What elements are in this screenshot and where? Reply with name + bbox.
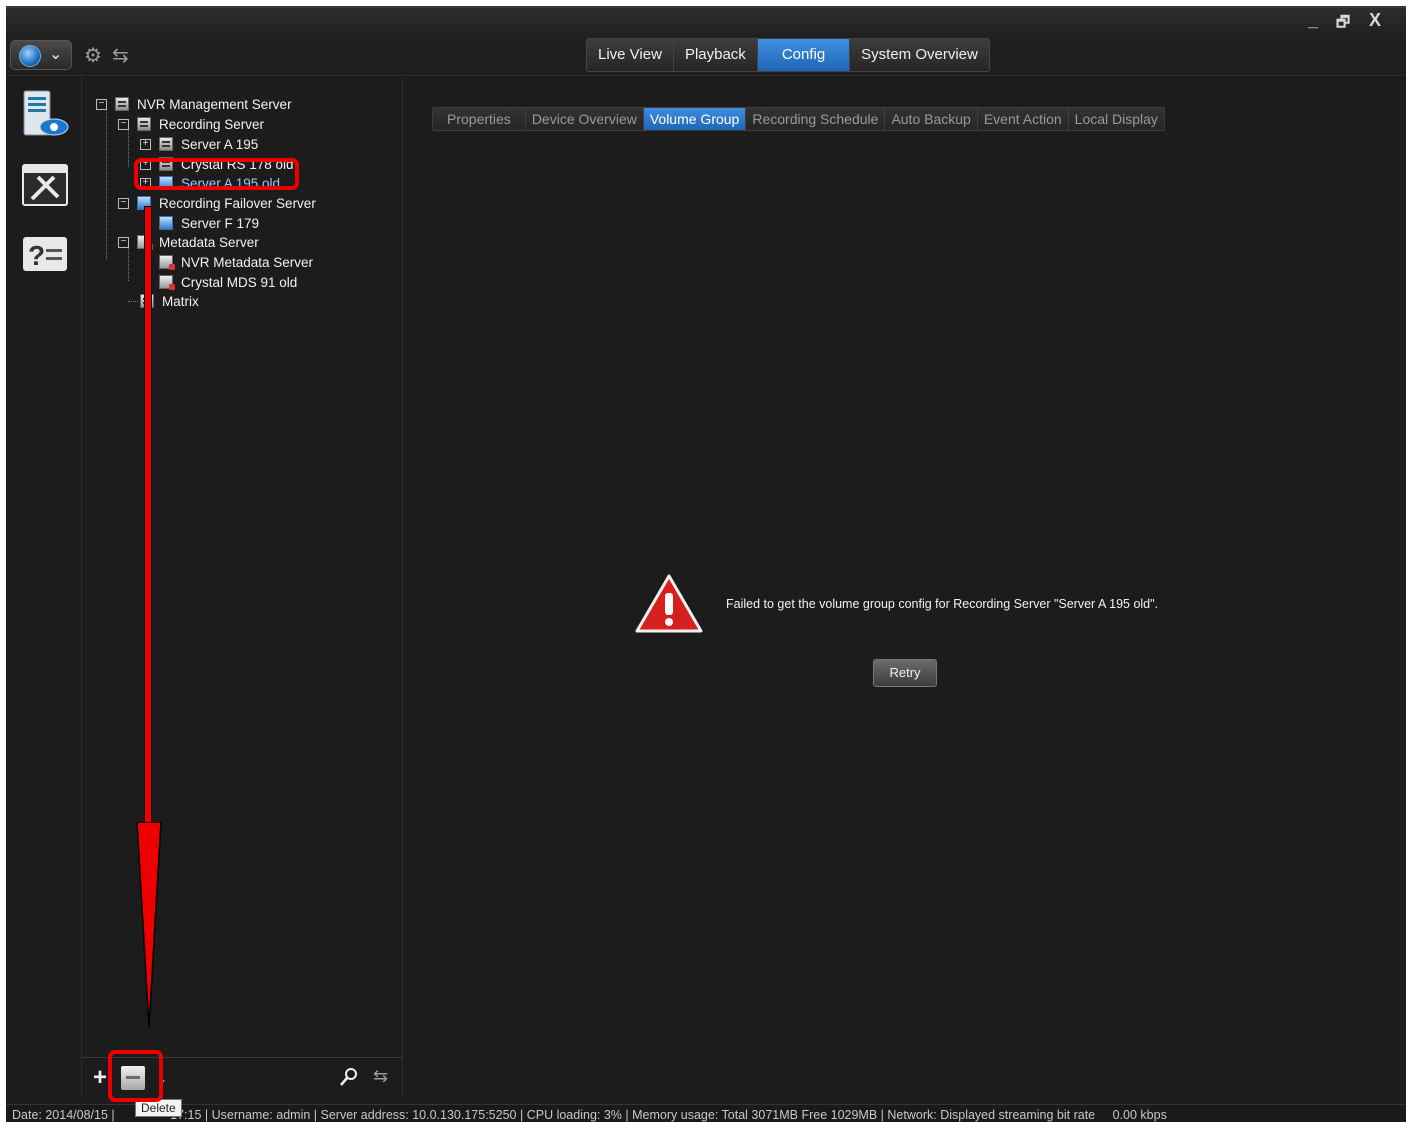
collapse-icon[interactable]: − — [118, 236, 129, 248]
minimize-button[interactable]: _ — [1308, 10, 1318, 31]
main-tab-bar: Live View Playback Config System Overvie… — [586, 38, 990, 72]
server-tree-panel: − NVR Management Server − Recording Serv… — [83, 77, 403, 1097]
management-server-icon — [115, 97, 129, 111]
search-icon[interactable] — [339, 1067, 359, 1087]
refresh-settings-icon[interactable]: ⇆ — [112, 43, 129, 68]
add-button[interactable]: + — [93, 1064, 107, 1092]
warning-icon — [635, 574, 703, 633]
tab-event-action[interactable]: Event Action — [978, 108, 1069, 130]
restore-button[interactable]: 🗗 — [1336, 12, 1350, 37]
status-bar: Date: 2014/08/15 | 17:15 | Username: adm… — [6, 1104, 1406, 1122]
help-about-icon[interactable]: ? — [20, 225, 70, 277]
top-toolbar: ⌄ ⚙ ⇆ Live View Playback Config System O… — [6, 38, 1406, 76]
tree-item-nvr-metadata-server[interactable]: NVR Metadata Server — [159, 252, 313, 272]
status-username: Username: admin — [211, 1108, 311, 1122]
server-icon — [159, 137, 173, 151]
tab-device-overview[interactable]: Device Overview — [526, 108, 644, 130]
annotation-arrow-shaft — [144, 206, 152, 826]
status-network: Network: Displayed streaming bit rate — [887, 1108, 1096, 1122]
settings-gear-icon[interactable]: ⚙ — [84, 43, 102, 68]
chevron-down-icon: ⌄ — [49, 46, 63, 63]
tree-item-metadata-server[interactable]: − Metadata Server — [118, 232, 259, 252]
tree-item-server-a-195[interactable]: + Server A 195 — [140, 134, 258, 154]
highlight-selected-server — [134, 158, 299, 190]
svg-text:?: ? — [28, 240, 45, 271]
collapse-icon[interactable]: − — [118, 197, 129, 209]
close-button[interactable]: X — [1369, 10, 1381, 31]
collapse-icon[interactable]: − — [96, 98, 107, 110]
module-icon-column: ? — [6, 77, 82, 1097]
tree-item-server-f-179[interactable]: Server F 179 — [159, 213, 259, 233]
tree-item-crystal-mds-91-old[interactable]: Crystal MDS 91 old — [159, 272, 297, 292]
tree-item-nvr-management-server[interactable]: − NVR Management Server — [96, 94, 292, 114]
status-bitrate: 0.00 kbps — [1112, 1108, 1167, 1122]
highlight-delete-button — [108, 1050, 163, 1102]
expand-icon[interactable]: + — [140, 138, 151, 150]
tab-auto-backup[interactable]: Auto Backup — [885, 108, 978, 130]
config-sub-tab-bar: Properties Device Overview Volume Group … — [432, 107, 1165, 131]
metadata-server-icon — [159, 275, 175, 290]
status-server-address: Server address: 10.0.130.175:5250 — [320, 1108, 517, 1122]
tab-config[interactable]: Config — [757, 39, 851, 71]
collapse-icon[interactable]: − — [118, 118, 129, 130]
globe-icon — [19, 45, 41, 67]
config-content-area: Properties Device Overview Volume Group … — [404, 77, 1406, 1097]
status-date: Date: 2014/08/15 — [12, 1108, 108, 1122]
tab-playback[interactable]: Playback — [674, 39, 758, 71]
title-bar: _ 🗗 X — [6, 8, 1406, 38]
status-memory: Memory usage: Total 3071MB Free 1029MB — [632, 1108, 878, 1122]
status-cpu: CPU loading: 3% — [526, 1108, 622, 1122]
tab-properties[interactable]: Properties — [433, 108, 526, 130]
annotation-arrow-down-icon — [136, 822, 162, 1028]
failover-server-icon — [159, 216, 173, 230]
tab-volume-group[interactable]: Volume Group — [643, 108, 747, 130]
config-tools-icon[interactable] — [20, 159, 70, 211]
tab-live-view[interactable]: Live View — [587, 39, 674, 71]
recording-server-icon — [137, 117, 151, 131]
retry-button[interactable]: Retry — [873, 659, 937, 687]
language-dropdown[interactable]: ⌄ — [10, 40, 72, 70]
error-message: Failed to get the volume group config fo… — [726, 597, 1159, 611]
tab-system-overview[interactable]: System Overview — [850, 39, 989, 71]
metadata-server-icon — [159, 255, 175, 270]
tab-local-display[interactable]: Local Display — [1069, 108, 1164, 130]
tree-item-recording-server[interactable]: − Recording Server — [118, 114, 264, 134]
refresh-icon[interactable]: ⇆ — [373, 1066, 388, 1087]
tab-recording-schedule[interactable]: Recording Schedule — [746, 108, 886, 130]
server-monitor-icon[interactable] — [20, 89, 70, 141]
